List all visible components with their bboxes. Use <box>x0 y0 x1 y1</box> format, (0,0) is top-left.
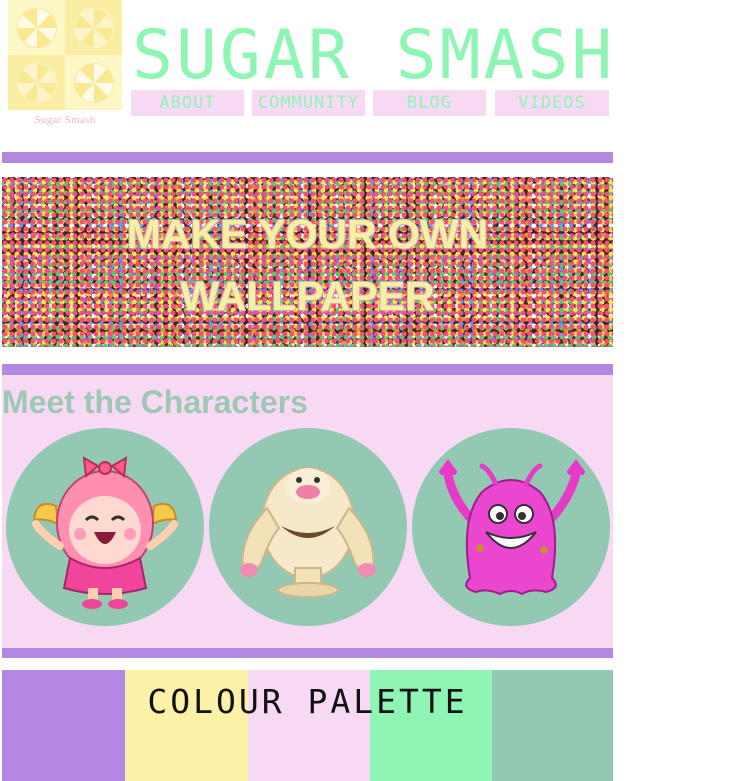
candy-swirl-icon <box>73 62 114 103</box>
hero-heading: MAKE YOUR OWN WALLPAPER <box>2 203 613 327</box>
hero-line-1: MAKE YOUR OWN <box>126 211 489 257</box>
yeti-character-icon <box>240 467 376 598</box>
logo-cell <box>65 0 122 55</box>
character-card-2[interactable] <box>209 428 407 626</box>
hero-banner[interactable]: MAKE YOUR OWN WALLPAPER <box>2 177 613 347</box>
candy-swirl-icon <box>16 7 57 48</box>
character-card-3[interactable] <box>412 428 610 626</box>
nav-about[interactable]: ABOUT <box>131 90 244 116</box>
hero-line-2: WALLPAPER <box>180 273 435 319</box>
divider-bar <box>2 152 613 163</box>
nav-blog[interactable]: BLOG <box>373 90 486 116</box>
candy-swirl-icon <box>16 62 57 103</box>
section-title: Meet the Characters <box>2 384 308 420</box>
site-title: SUGAR SMASH <box>132 16 616 95</box>
pink-blob-character-icon <box>439 459 585 596</box>
nav-community[interactable]: COMMUNITY <box>252 90 365 116</box>
divider-bar <box>2 364 613 375</box>
nav-videos[interactable]: VIDEOS <box>495 90 609 116</box>
logo-cell <box>8 55 65 110</box>
candy-swirl-icon <box>73 7 114 48</box>
characters-section: Meet the Characters <box>2 375 613 648</box>
logo[interactable]: Sugar Smash <box>8 0 122 132</box>
divider-bar <box>2 648 613 658</box>
character-card-1[interactable] <box>6 428 204 626</box>
logo-cell <box>65 55 122 110</box>
page: Sugar Smash SUGAR SMASH ABOUT COMMUNITY … <box>0 0 739 781</box>
girl-character-icon <box>32 456 178 609</box>
logo-text: Sugar Smash <box>34 114 96 126</box>
logo-cell <box>8 0 65 55</box>
logo-grid <box>8 0 122 110</box>
colour-palette: COLOUR PALETTE <box>2 670 613 781</box>
palette-title: COLOUR PALETTE <box>147 682 468 721</box>
